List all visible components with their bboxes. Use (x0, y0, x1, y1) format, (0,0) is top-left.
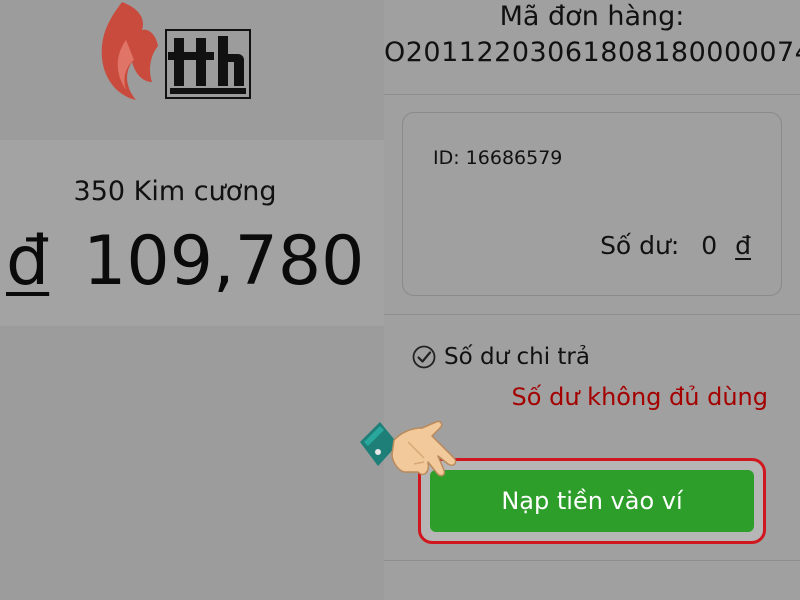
balance-currency: đ (735, 231, 751, 260)
topup-highlight: Nạp tiền vào ví (418, 458, 766, 544)
product-price: đ 109,780 (6, 222, 364, 302)
logo-area: tth (0, 0, 384, 138)
order-code-label: Mã đơn hàng: (499, 1, 685, 32)
insufficient-balance-warning: Số dư không đủ dùng (511, 383, 768, 411)
order-code-value: O20112203061808180000074 (384, 37, 800, 68)
balance-value: 0 (701, 231, 718, 260)
product-name: 350 Kim cương (73, 176, 277, 207)
currency-symbol: đ (6, 222, 50, 301)
payment-column: Mã đơn hàng: O20112203061808180000074 ID… (384, 0, 800, 600)
divider (384, 94, 800, 95)
wallet-balance: Số dư: 0 đ (600, 231, 751, 260)
pay-with-balance-option[interactable]: Số dư chi trả (412, 344, 590, 370)
pay-with-balance-label: Số dư chi trả (444, 344, 590, 370)
topup-wallet-button[interactable]: Nạp tiền vào ví (430, 470, 754, 532)
wallet-card: ID: 16686579 Số dư: 0 đ (402, 112, 782, 296)
wallet-id: ID: 16686579 (433, 147, 563, 169)
pointing-hand-icon (360, 420, 457, 477)
check-icon[interactable] (412, 345, 436, 369)
divider (384, 314, 800, 315)
balance-label: Số dư: (600, 231, 680, 260)
divider (384, 560, 800, 561)
price-value: 109,780 (83, 222, 365, 301)
tth-logo: tth (101, 2, 251, 100)
product-panel: 350 Kim cương đ 109,780 (0, 140, 384, 326)
